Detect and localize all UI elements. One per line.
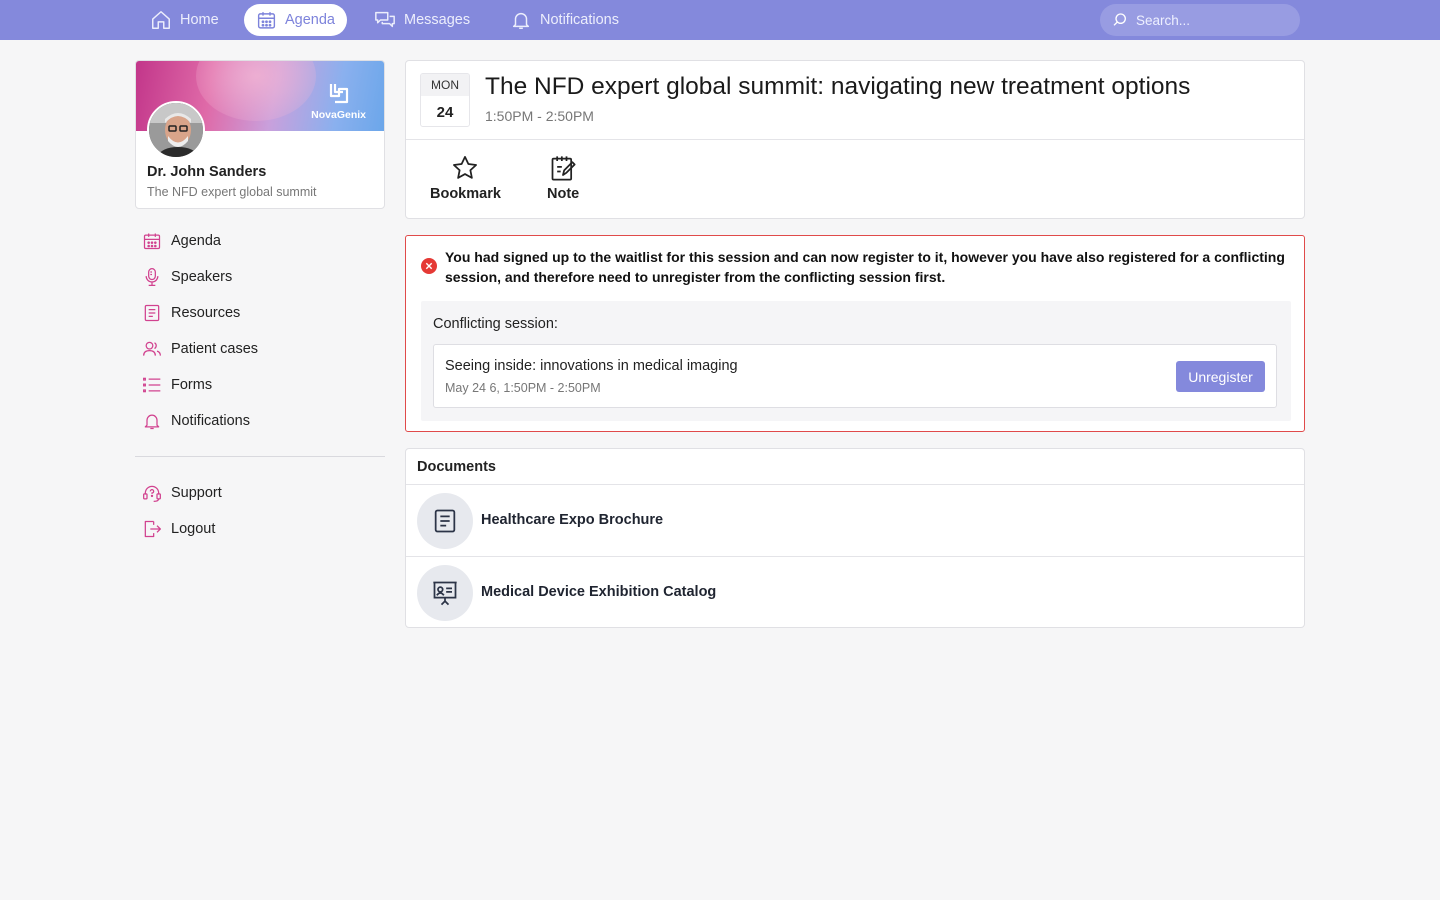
profile-subtitle: The NFD expert global summit	[147, 185, 317, 199]
document-icon-wrapper	[417, 493, 473, 549]
headset-icon	[143, 485, 161, 502]
nav-home-label: Home	[180, 12, 219, 28]
bookmark-button[interactable]: Bookmark	[430, 154, 501, 202]
sidebar-item-label: Speakers	[171, 269, 233, 285]
sidebar-item-label: Agenda	[171, 233, 221, 249]
document-icon	[144, 304, 160, 322]
sidebar-item-label: Logout	[171, 521, 216, 537]
profile-name: Dr. John Sanders	[147, 164, 267, 180]
conflicting-session-title: Seeing inside: innovations in medical im…	[445, 358, 738, 374]
document-row[interactable]: Medical Device Exhibition Catalog	[406, 556, 1304, 628]
note-label: Note	[547, 186, 580, 202]
list-icon	[143, 377, 161, 393]
conflicting-session-time: May 24 6, 1:50PM - 2:50PM	[445, 381, 601, 395]
page-title: The NFD expert global summit: navigating…	[485, 73, 1191, 100]
sidebar-divider	[135, 456, 385, 457]
sidebar-item-patient-cases[interactable]: Patient cases	[142, 337, 258, 361]
conflict-alert: You had signed up to the waitlist for th…	[405, 235, 1305, 432]
nav-notifications-label: Notifications	[540, 12, 619, 28]
nav-agenda[interactable]: Agenda	[244, 4, 347, 36]
conflicting-session-panel: Conflicting session: Seeing inside: inno…	[421, 301, 1291, 421]
search-icon	[1113, 13, 1126, 26]
logout-icon	[144, 520, 161, 538]
note-icon	[551, 156, 576, 181]
sidebar-item-agenda[interactable]: Agenda	[142, 229, 221, 253]
error-icon	[421, 258, 437, 274]
sidebar-item-forms[interactable]: Forms	[142, 373, 212, 397]
session-time: 1:50PM - 2:50PM	[485, 108, 594, 124]
avatar[interactable]	[147, 101, 205, 159]
calendar-icon	[257, 12, 276, 29]
conflicting-session-label: Conflicting session:	[433, 316, 558, 332]
top-navigation-bar: Home Agenda Messages Notifications	[0, 0, 1440, 40]
sidebar-item-logout[interactable]: Logout	[142, 517, 215, 541]
microphone-icon	[145, 268, 159, 286]
sidebar-item-notifications[interactable]: Notifications	[142, 409, 250, 433]
document-icon-wrapper	[417, 565, 473, 621]
documents-heading: Documents	[417, 459, 496, 475]
divider	[406, 139, 1304, 140]
document-title: Medical Device Exhibition Catalog	[481, 584, 717, 600]
alert-message: You had signed up to the waitlist for th…	[445, 249, 1285, 285]
nav-home[interactable]: Home	[138, 4, 231, 36]
sidebar-item-label: Notifications	[171, 413, 250, 429]
conflicting-session-item[interactable]: Seeing inside: innovations in medical im…	[433, 344, 1277, 408]
sidebar-item-label: Resources	[171, 305, 241, 321]
session-card: MON 24 The NFD expert global summit: nav…	[405, 60, 1305, 219]
session-date: MON 24	[420, 73, 470, 127]
messages-icon	[375, 11, 395, 28]
search-input[interactable]	[1136, 12, 1286, 28]
sidebar-item-label: Patient cases	[171, 341, 259, 357]
nav-notifications[interactable]: Notifications	[498, 4, 631, 36]
profile-photo	[149, 103, 203, 157]
document-title: Healthcare Expo Brochure	[481, 512, 664, 528]
search-bar[interactable]	[1100, 4, 1300, 36]
session-day-of-week: MON	[421, 74, 469, 96]
note-button[interactable]: Note	[547, 154, 579, 202]
nav-messages-label: Messages	[404, 12, 471, 28]
novagenix-logo-icon	[329, 84, 348, 104]
brand-name: NovaGenix	[311, 109, 366, 121]
sidebar-item-speakers[interactable]: Speakers	[142, 265, 232, 289]
star-icon	[453, 156, 478, 179]
presentation-icon	[433, 581, 457, 606]
brand-logo: NovaGenix	[311, 81, 366, 121]
users-icon	[143, 341, 161, 356]
profile-card: NovaGenix Dr. John Sanders The NFD exper…	[135, 60, 385, 209]
home-icon	[152, 11, 170, 29]
calendar-icon	[143, 233, 161, 250]
nav-messages[interactable]: Messages	[362, 4, 482, 36]
documents-card: Documents Healthcare Expo Brochure Medic…	[405, 448, 1305, 628]
bell-icon	[144, 414, 160, 430]
sidebar-item-label: Support	[171, 485, 222, 501]
bell-icon	[512, 12, 530, 29]
document-icon	[434, 509, 456, 533]
session-day: 24	[436, 103, 454, 121]
document-row[interactable]: Healthcare Expo Brochure	[406, 484, 1304, 556]
sidebar-item-resources[interactable]: Resources	[142, 301, 240, 325]
unregister-button[interactable]: Unregister	[1176, 361, 1265, 392]
sidebar-item-support[interactable]: Support	[142, 481, 222, 505]
bookmark-label: Bookmark	[430, 186, 501, 202]
nav-agenda-label: Agenda	[285, 12, 335, 28]
sidebar-item-label: Forms	[171, 377, 213, 393]
